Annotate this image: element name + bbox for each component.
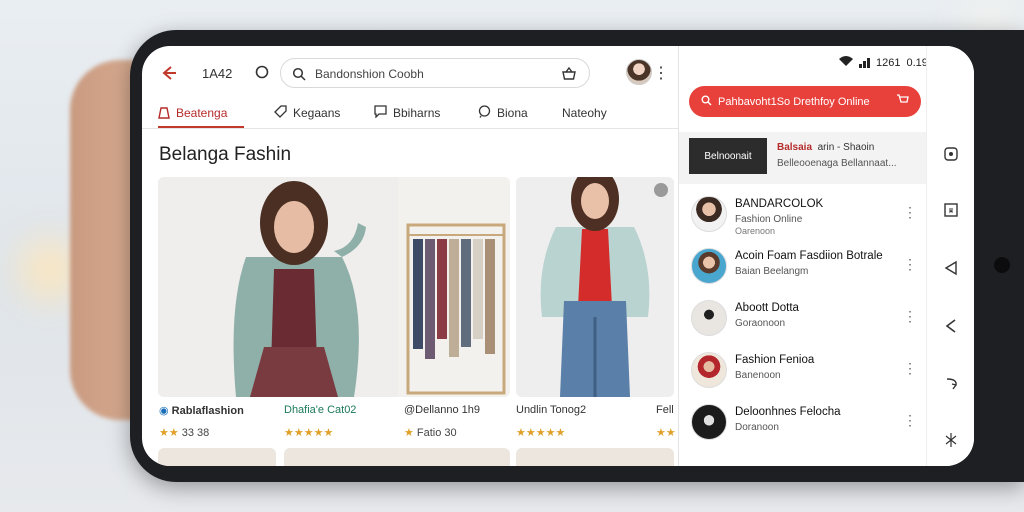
rating: ★★	[656, 426, 676, 439]
phone-screen: 1A42 Bandonshion Coobh ⋮ Beatenga Kegaan…	[142, 46, 974, 466]
sparkle-icon[interactable]	[941, 430, 961, 450]
product-card[interactable]	[158, 177, 510, 397]
avatar	[691, 404, 727, 440]
category-tabs: Beatenga Kegaans Bbiharns Biona Nateohy	[158, 98, 668, 128]
signal-icon	[859, 57, 870, 68]
chat-list: BANDARCOLOK Fashion Online Oarenoon ⋮ Ac…	[679, 188, 927, 448]
avatar	[691, 300, 727, 336]
avatar	[691, 352, 727, 388]
search-icon	[701, 95, 712, 109]
status-time: 1261	[876, 56, 901, 69]
chat-item[interactable]: Fashion Fenioa Banenoon ⋮	[679, 344, 927, 396]
star-rating: ★★★★★	[516, 427, 566, 439]
product-photo	[516, 177, 674, 397]
rating: ★★★★★	[284, 426, 333, 439]
avatar	[691, 196, 727, 232]
page-title: Belanga Fashin	[159, 144, 292, 165]
star-rating: ★★	[656, 427, 676, 439]
back-arrow-icon[interactable]	[158, 62, 180, 84]
chat-icon	[374, 105, 387, 121]
rating-count: Fatio 30	[416, 427, 457, 439]
more-vert-icon[interactable]: ⋮	[903, 412, 917, 429]
promo-strip: Belnoonait Balsaia arin - Shaoin Belleoo…	[679, 132, 927, 184]
more-vert-icon[interactable]: ⋮	[903, 308, 917, 325]
tab-label: Kegaans	[293, 106, 341, 120]
status-time-secondary: 0.19	[906, 56, 928, 69]
rating-count: 33 38	[181, 427, 210, 439]
tab-nateohy[interactable]: Nateohy	[562, 98, 607, 128]
tab-label: Bbiharns	[393, 106, 441, 120]
product-card[interactable]	[516, 177, 674, 397]
divider	[142, 128, 678, 129]
store-icon	[478, 105, 491, 121]
nav-rail	[926, 46, 974, 466]
back-triangle-icon[interactable]	[941, 258, 961, 278]
chat-item[interactable]: BANDARCOLOK Fashion Online Oarenoon ⋮	[679, 188, 927, 240]
wifi-icon	[839, 56, 853, 69]
clock-text: 1A42	[202, 66, 233, 81]
product-card-peek[interactable]	[158, 448, 276, 466]
star-rating: ★	[404, 427, 414, 439]
avatar[interactable]	[626, 59, 652, 85]
chat-item[interactable]: Deloonhnes Felocha Doranoon ⋮	[679, 396, 927, 448]
star-rating: ★★	[159, 427, 179, 439]
more-vert-icon[interactable]: ⋮	[903, 256, 917, 273]
search-bar[interactable]: Bandonshion Coobh	[280, 58, 590, 88]
top-bar: 1A42 Bandonshion Coobh ⋮	[142, 56, 678, 92]
chat-pane: 1261 0.19 Pahbavoht1So Drethfoy Online B…	[678, 46, 928, 466]
product-name: Fell	[656, 404, 674, 416]
cast-icon[interactable]	[254, 64, 270, 80]
promo-line: Belleooenaga Bellannaat...	[777, 158, 897, 169]
bookmark-icon[interactable]	[941, 200, 961, 220]
cart-icon	[896, 94, 909, 109]
tab-kegaans[interactable]: Kegaans	[274, 98, 340, 128]
promo-line: Balsaia arin - Shaoin	[777, 142, 875, 153]
more-vert-icon[interactable]: ⋮	[903, 360, 917, 377]
shop-pane: 1A42 Bandonshion Coobh ⋮ Beatenga Kegaan…	[142, 46, 678, 466]
basket-icon[interactable]	[561, 66, 577, 82]
tab-label: Nateohy	[562, 106, 607, 120]
promo-banner[interactable]: Pahbavoht1So Drethfoy Online	[689, 86, 921, 117]
product-name: Dhafia'e Cat02	[284, 404, 357, 416]
more-vert-icon[interactable]: ⋮	[903, 204, 917, 221]
bag-icon	[158, 105, 170, 122]
camera-icon[interactable]	[941, 144, 961, 164]
rating: ★★★★★	[516, 426, 565, 439]
product-card-peek[interactable]	[516, 448, 674, 466]
avatar	[691, 248, 727, 284]
product-name: ◉ Rablaflashion	[159, 405, 244, 417]
tag-icon	[274, 105, 287, 121]
tab-beatenga[interactable]: Beatenga	[158, 98, 227, 128]
share-icon[interactable]	[941, 374, 961, 394]
play-back-icon[interactable]	[941, 316, 961, 336]
rating: ★★ 33 38	[159, 426, 209, 439]
product-card-peek[interactable]	[284, 448, 510, 466]
status-bar: 1261 0.19	[839, 56, 928, 69]
tab-label: Beatenga	[176, 106, 228, 120]
promo-button[interactable]: Belnoonait	[689, 138, 767, 174]
chat-item[interactable]: Aboott Dotta Goraonoon ⋮	[679, 292, 927, 344]
banner-text: Pahbavoht1So Drethfoy Online	[718, 95, 870, 108]
front-camera	[994, 257, 1010, 273]
search-icon	[291, 66, 307, 82]
tab-label: Biona	[497, 106, 528, 120]
star-rating: ★★★★★	[284, 427, 334, 439]
chat-item[interactable]: Acoin Foam Fasdiion Botrale Baian Beelan…	[679, 240, 927, 292]
tab-bbiharns[interactable]: Bbiharns	[374, 98, 440, 128]
more-vert-icon[interactable]: ⋮	[653, 64, 669, 82]
product-name: @Dellanno 1h9	[404, 404, 480, 416]
rating: ★ Fatio 30	[404, 426, 457, 439]
product-name: Undlin Tonog2	[516, 404, 587, 416]
product-photo	[158, 177, 510, 397]
search-input[interactable]: Bandonshion Coobh	[315, 67, 424, 81]
verified-icon: ◉	[159, 405, 169, 417]
tab-biona[interactable]: Biona	[478, 98, 528, 128]
